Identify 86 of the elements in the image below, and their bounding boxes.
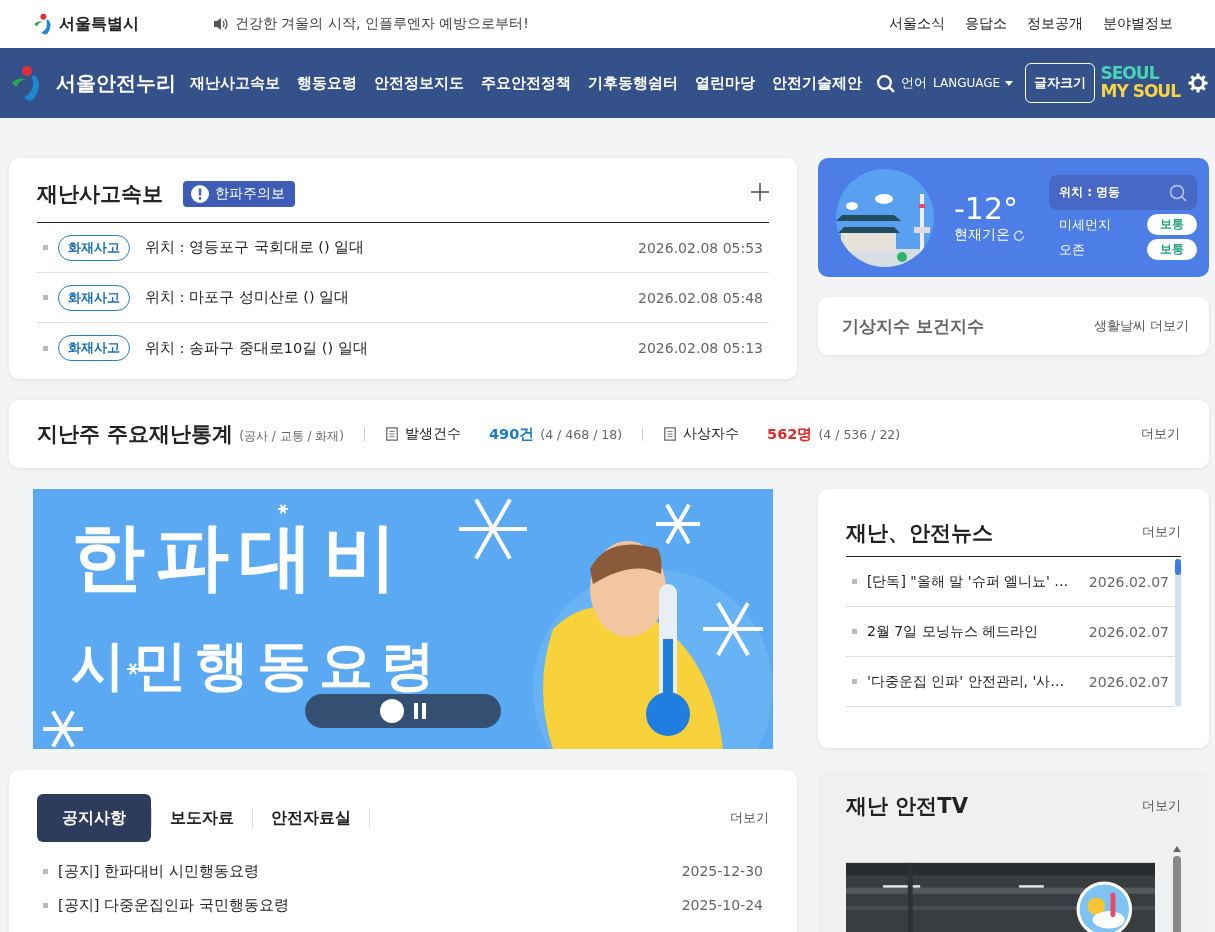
location-search[interactable]: 위치 : 명동: [1049, 175, 1197, 210]
search-icon: [1169, 183, 1187, 202]
nav-menu-item[interactable]: 열린마당: [695, 73, 755, 93]
notice-date: 2025-12-30: [681, 863, 764, 879]
font-size-button[interactable]: 글자크기: [1025, 63, 1096, 103]
index-level: 보통: [1147, 239, 1197, 260]
plus-icon: [751, 183, 769, 201]
alert-time: 2026.02.08 05:48: [638, 289, 764, 306]
notice-date: 2025-10-24: [681, 897, 764, 913]
stat-breakdown: (4 / 536 / 22): [818, 426, 901, 442]
bullet-icon: [852, 629, 857, 634]
top-link[interactable]: 분야별정보: [1103, 15, 1173, 33]
speaker-icon: [213, 16, 229, 32]
alert-time: 2026.02.08 05:53: [638, 239, 764, 256]
bullet-icon: [43, 902, 48, 908]
banner-title: 한파대비: [71, 519, 407, 593]
more-link[interactable]: 더보기: [1141, 425, 1180, 443]
section-title: 재난、안전뉴스: [846, 519, 993, 547]
notice-title[interactable]: [공지] 다중운집인파 국민행동요령: [58, 895, 289, 915]
tab[interactable]: 안전자료실: [253, 794, 369, 842]
nav-menu-item[interactable]: 안전기술제안: [772, 73, 862, 93]
caret-icon: [1005, 80, 1014, 86]
bullet-icon: [852, 579, 857, 584]
slide-dot[interactable]: [380, 699, 404, 723]
top-link[interactable]: 응답소: [965, 15, 1007, 33]
more-link[interactable]: 더보기: [1142, 797, 1181, 815]
stat-value: 490건: [489, 424, 535, 444]
pause-icon: [414, 703, 426, 719]
alert-text[interactable]: 위치 : 영등포구 국회대로 () 일대: [145, 238, 365, 257]
more-link[interactable]: 더보기: [730, 809, 769, 827]
language-select[interactable]: LANGUAGE: [933, 76, 1014, 90]
news-date: 2026.02.07: [1088, 623, 1170, 640]
tab[interactable]: 공지사항: [37, 794, 151, 842]
language-label: 언어: [901, 74, 927, 92]
stat-breakdown: (4 / 468 / 18): [540, 426, 623, 442]
bullet-icon: [43, 868, 48, 874]
alert-text[interactable]: 위치 : 마포구 성미산로 () 일대: [145, 288, 350, 307]
refresh-icon: [1013, 229, 1025, 241]
nav-menu-item[interactable]: 기후동행쉼터: [588, 73, 678, 93]
index-name: 미세먼지: [1059, 215, 1111, 234]
banner-subtitle: 시민행동요령: [71, 639, 443, 693]
bullet-icon: [43, 345, 48, 351]
settings-icon: [1188, 73, 1208, 93]
section-title: 재난 안전TV: [846, 793, 968, 820]
more-link[interactable]: 생활날씨 더보기: [1094, 317, 1189, 335]
stat-label: 사상자수: [683, 425, 740, 443]
nav-menu-item[interactable]: 안전정보지도: [374, 73, 464, 93]
top-link[interactable]: 서울소식: [889, 15, 945, 33]
stat-label: 발생건수: [405, 425, 462, 443]
up-arrow-icon: [1173, 846, 1181, 852]
news-date: 2026.02.07: [1088, 673, 1170, 690]
site-title[interactable]: 서울안전누리: [56, 69, 176, 97]
nav-menu-item[interactable]: 주요안전정책: [481, 73, 571, 93]
section-title: 재난사고속보: [37, 181, 163, 208]
note-icon: [385, 427, 400, 441]
index-title: 기상지수 보건지수: [842, 314, 984, 338]
notice-title[interactable]: [공지] 한파대비 시민행동요령: [58, 861, 259, 881]
alert-time: 2026.02.08 05:13: [638, 340, 764, 356]
news-date: 2026.02.07: [1088, 573, 1170, 590]
bullet-icon: [43, 295, 48, 300]
search-icon: [876, 73, 895, 93]
warning-badge: 한파주의보: [183, 181, 295, 207]
notice-text[interactable]: 건강한 겨울의 시작, 인플루엔자 예방으로부터!: [235, 15, 529, 33]
scrollbar[interactable]: [1175, 559, 1181, 707]
slogan-logo: SEOUL MY SOUL: [1100, 65, 1180, 101]
news-title[interactable]: '다중운집 인파' 안전관리, '사…: [867, 672, 1065, 691]
exclamation-icon: [191, 185, 209, 203]
section-subtitle: (공사 / 교통 / 화재): [239, 428, 345, 445]
note-icon: [663, 427, 678, 441]
more-link[interactable]: 더보기: [1142, 524, 1181, 541]
temperature: -12°: [954, 191, 1019, 226]
bullet-icon: [852, 679, 857, 684]
news-title[interactable]: [단독] "올해 말 '슈퍼 엘니뇨' …: [867, 572, 1069, 591]
alert-text[interactable]: 위치 : 송파구 중대로10길 () 일대: [145, 338, 368, 358]
tab[interactable]: 보도자료: [152, 794, 252, 842]
stat-value: 562명: [767, 424, 813, 444]
nav-menu-item[interactable]: 행동요령: [297, 73, 357, 93]
section-title: 지난주 주요재난통계: [37, 421, 234, 448]
index-level: 보통: [1147, 214, 1197, 235]
news-title[interactable]: 2월 7일 모닝뉴스 헤드라인: [867, 622, 1039, 641]
top-link[interactable]: 정보공개: [1027, 15, 1083, 33]
index-name: 오존: [1059, 240, 1085, 259]
temperature-label: 현재기온: [954, 226, 1010, 244]
bullet-icon: [43, 245, 48, 250]
nav-menu-item[interactable]: 재난사고속보: [190, 73, 280, 93]
city-logo[interactable]: 서울특별시: [59, 13, 139, 35]
